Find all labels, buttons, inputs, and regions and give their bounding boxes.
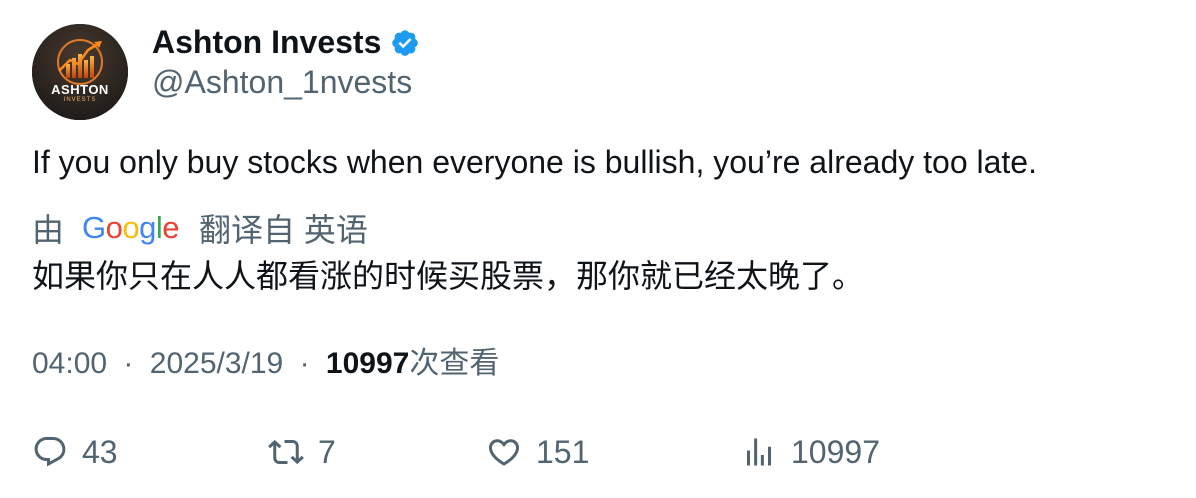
translation-suffix: 翻译自 英语 (199, 212, 368, 248)
reply-button[interactable]: 43 (32, 430, 118, 474)
tweet-time[interactable]: 04:00 (32, 347, 107, 380)
views-label: 次查看 (409, 347, 500, 380)
like-button[interactable]: 151 (486, 430, 589, 474)
translation-attribution[interactable]: 由 Google 翻译自 英语 (32, 207, 368, 249)
retweet-button[interactable]: 7 (268, 430, 336, 474)
tweet: ASHTON INVESTS Ashton Invests @Ashton_1n… (0, 0, 1196, 498)
verified-badge-icon (392, 30, 419, 56)
author-handle[interactable]: @Ashton_1nvests (152, 62, 412, 102)
analytics-icon (747, 438, 771, 466)
tweet-date[interactable]: 2025/3/19 (150, 347, 283, 380)
views-button[interactable]: 10997 (741, 430, 880, 474)
author-name[interactable]: Ashton Invests (152, 22, 381, 62)
retweet-count: 7 (318, 433, 336, 470)
translated-text: 如果你只在人人都看涨的时候买股票，那你就已经太晚了。 (32, 258, 865, 294)
meta-separator: · (299, 347, 310, 380)
tweet-meta: 04:00 · 2025/3/19 · 10997次查看 (32, 344, 499, 384)
avatar-logo-text: ASHTON (51, 82, 109, 97)
avatar-logo-subtext: INVESTS (63, 97, 97, 103)
views-count: 10997 (325, 347, 410, 380)
author-name-row[interactable]: Ashton Invests (152, 22, 420, 62)
reply-icon (34, 437, 66, 467)
like-count: 151 (536, 433, 590, 470)
reply-count: 43 (82, 433, 118, 470)
ashton-invests-logo (32, 24, 128, 120)
avatar[interactable]: ASHTON INVESTS (32, 24, 128, 120)
meta-separator: · (123, 347, 134, 380)
heart-icon (488, 439, 520, 466)
retweet-icon (268, 439, 304, 465)
views-action-count: 10997 (791, 433, 880, 470)
google-logo: Google (82, 210, 180, 245)
translation-prefix: 由 (32, 212, 65, 248)
tweet-text: If you only buy stocks when everyone is … (32, 144, 1037, 180)
